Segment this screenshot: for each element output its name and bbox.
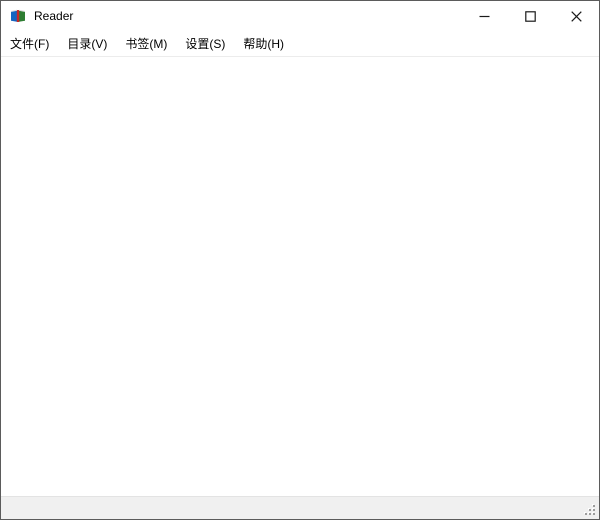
close-icon bbox=[570, 10, 582, 22]
menu-item-file-label: 文件(F) bbox=[10, 37, 50, 51]
book-icon bbox=[10, 8, 26, 24]
titlebar[interactable]: Reader bbox=[1, 1, 599, 31]
menu-item-bookmarks[interactable]: 书签(M) bbox=[116, 31, 176, 56]
menu-item-bookmarks-label: 书签(M) bbox=[125, 37, 168, 51]
menu-item-help-label: 帮助(H) bbox=[243, 37, 284, 51]
menu-item-contents[interactable]: 目录(V) bbox=[58, 31, 116, 56]
menu-item-help[interactable]: 帮助(H) bbox=[234, 31, 293, 56]
menu-item-settings[interactable]: 设置(S) bbox=[176, 31, 234, 56]
maximize-icon bbox=[524, 10, 536, 22]
reader-window: Reader 文件(F) 目录(V) 书签(M) 设置(S) 帮助(H) bbox=[0, 0, 600, 520]
window-title: Reader bbox=[34, 9, 74, 23]
minimize-icon bbox=[479, 11, 490, 22]
menu-item-settings-label: 设置(S) bbox=[185, 37, 226, 51]
reader-content-area bbox=[1, 57, 599, 496]
maximize-button[interactable] bbox=[507, 1, 553, 31]
resize-grip-icon[interactable] bbox=[583, 503, 596, 516]
menu-item-contents-label: 目录(V) bbox=[67, 37, 108, 51]
statusbar bbox=[1, 496, 599, 519]
close-button[interactable] bbox=[553, 1, 599, 31]
menu-item-file[interactable]: 文件(F) bbox=[1, 31, 58, 56]
menubar: 文件(F) 目录(V) 书签(M) 设置(S) 帮助(H) bbox=[1, 31, 599, 57]
minimize-button[interactable] bbox=[461, 1, 507, 31]
